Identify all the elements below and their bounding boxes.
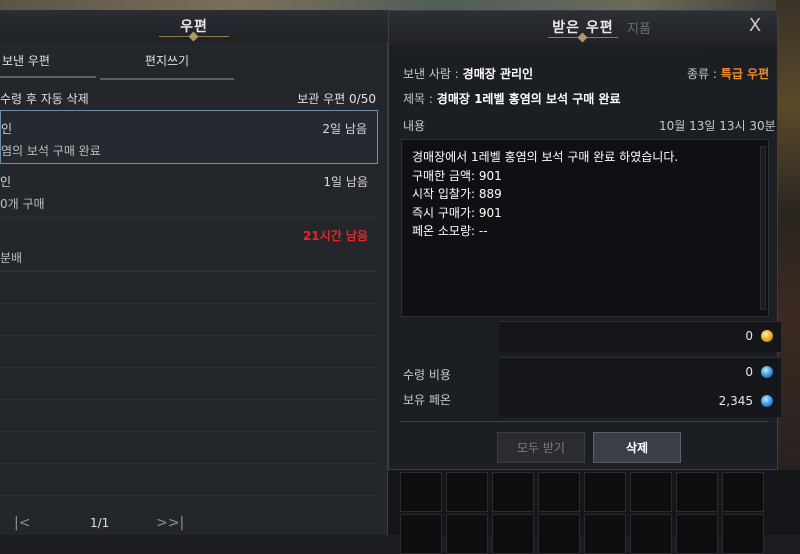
owned-row: 2,345 [499,387,781,417]
inventory-slot[interactable] [492,472,534,512]
mail-body-text: 경매장에서 1레벨 홍염의 보석 구매 완료 하였습니다. 구매한 금액: 90… [412,150,679,238]
type-row: 종류 : 특급 우편 [687,65,769,82]
fee-label: 수령 비용 [403,366,451,383]
mail-detail-window: 받은 우편 지품 X 보낸 사람 : 경매장 관리인 종류 : 특급 우편 제목… [388,10,781,470]
empty-mail-row [0,336,378,368]
inventory-slot[interactable] [630,472,672,512]
inventory-slot[interactable] [722,514,764,554]
pheon-icon [761,395,773,407]
mail-pager: |< 1/1 >>| [0,515,388,535]
inventory-slot[interactable] [538,514,580,554]
last-page-button[interactable]: >>| [156,515,184,531]
inventory-slot[interactable] [676,472,718,512]
subject-value: 경매장 1레벨 홍염의 보석 구매 완료 [436,92,621,106]
empty-mail-row [0,432,378,464]
receive-all-button[interactable]: 모두 받기 [497,432,585,463]
mail-item[interactable]: 21시간 남음 분배 [0,218,378,272]
inventory-slot[interactable] [676,514,718,554]
mailbox-panel: 우편 보낸 우편 편지쓰기 수령 후 자동 삭제 보관 우편 0/50 인 2일… [0,10,388,535]
inventory-grid [388,470,800,554]
type-value: 특급 우편 [720,67,770,81]
background-title-ghost: 지품 [627,22,651,37]
inventory-slot[interactable] [538,472,580,512]
sender-value: 경매장 관리인 [462,67,534,81]
sender-row: 보낸 사람 : 경매장 관리인 [403,65,533,82]
fee-amount: 0 [745,365,753,379]
empty-mail-row [0,272,378,304]
owned-pheon-amount: 2,345 [718,394,753,408]
empty-mail-row [0,400,378,432]
mailbox-header: 우편 [0,10,388,42]
content-label: 내용 [403,117,425,134]
empty-mail-row [0,304,378,336]
divider [401,421,769,422]
attached-gold-row: 0 [499,321,781,352]
mail-remaining-time: 21시간 남음 [302,229,368,243]
owned-label-text: 보유 페온 [403,393,451,407]
mailbox-tabs: 보낸 우편 편지쓰기 [0,50,388,80]
header-ornament [548,37,618,44]
page-indicator: 1/1 [90,516,110,530]
gold-coin-icon [761,330,773,342]
attached-gold-amount: 0 [745,329,753,343]
subject-label: 제목 : [403,92,433,106]
inventory-slot[interactable] [400,514,442,554]
delete-button[interactable]: 삭제 [593,432,681,463]
type-label: 종류 : [687,67,717,81]
mail-body-box: 경매장에서 1레벨 홍염의 보석 구매 완료 하였습니다. 구매한 금액: 90… [401,139,769,317]
mail-subject: 분배 [0,251,23,265]
mail-date-text: 10월 13일 13시 30분 [659,119,776,133]
mail-sender: 인 [0,175,12,189]
owned-label: 보유 페온 [403,391,451,408]
body-scrollbar[interactable] [760,146,766,310]
close-button[interactable]: X [743,14,767,38]
mail-remaining-time: 1일 남음 [323,175,368,189]
tab-sent-mail[interactable]: 보낸 우편 [0,50,96,78]
mailbox-info-bar: 수령 후 자동 삭제 보관 우편 0/50 [0,90,388,110]
mail-sender: 인 [1,122,13,136]
mail-item[interactable]: 인 1일 남음 0개 구매 [0,164,378,218]
header-ornament [159,36,229,43]
sender-label: 보낸 사람 : [403,67,459,81]
detail-header[interactable]: 받은 우편 지품 X [389,11,777,45]
inventory-slot[interactable] [584,514,626,554]
inventory-slot[interactable] [446,472,488,512]
first-page-button[interactable]: |< [14,515,30,531]
inventory-slot[interactable] [446,514,488,554]
mail-subject: 0개 구매 [0,197,45,211]
game-scene-edge [776,0,800,535]
auto-delete-label: 수령 후 자동 삭제 [0,92,89,106]
fee-row: 0 [499,357,781,388]
storage-count: 보관 우편 0/50 [297,92,376,106]
inventory-slot[interactable] [630,514,672,554]
mail-date: 10월 13일 13시 30분 [659,117,776,134]
content-label-text: 내용 [403,119,426,133]
tab-write-letter[interactable]: 편지쓰기 [100,50,234,80]
inventory-slot[interactable] [584,472,626,512]
mail-list: 인 2일 남음 염의 보석 구매 완료 인 1일 남음 0개 구매 21시간 남… [0,110,388,496]
inventory-slot[interactable] [400,472,442,512]
mail-subject: 염의 보석 구매 완료 [1,144,101,158]
mail-remaining-time: 2일 남음 [322,122,367,136]
fee-label-text: 수령 비용 [403,368,451,382]
pheon-icon [761,366,773,378]
empty-mail-row [0,464,378,496]
empty-mail-row [0,368,378,400]
inventory-slot[interactable] [492,514,534,554]
inventory-slot[interactable] [722,472,764,512]
subject-row: 제목 : 경매장 1레벨 홍염의 보석 구매 완료 [403,90,621,107]
mail-item[interactable]: 인 2일 남음 염의 보석 구매 완료 [0,110,378,164]
